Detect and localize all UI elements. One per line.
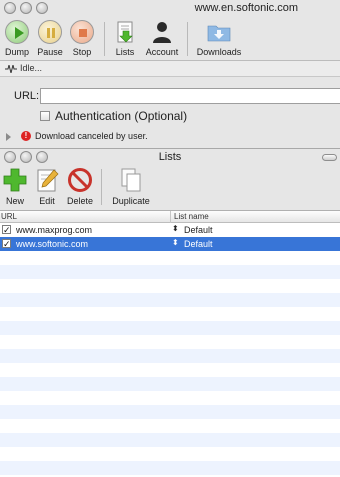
pause-button[interactable]: Pause — [37, 20, 63, 57]
column-divider[interactable] — [170, 211, 171, 223]
edit-list-button[interactable]: Edit — [34, 167, 60, 206]
minimize-window-icon[interactable] — [20, 2, 32, 14]
url-label: URL: — [14, 90, 40, 102]
toolbar-separator — [187, 22, 188, 56]
lists-button[interactable]: Lists — [112, 20, 138, 57]
popup-arrows-icon[interactable]: ⬍ — [172, 238, 179, 247]
delete-icon — [67, 167, 93, 193]
toolbar-separator — [101, 169, 102, 205]
edit-label: Edit — [39, 196, 55, 206]
account-label: Account — [145, 47, 179, 57]
delete-list-button[interactable]: Delete — [65, 167, 95, 206]
row-url: www.maxprog.com — [16, 225, 93, 235]
dump-button[interactable]: Dump — [4, 20, 30, 57]
status-text: Idle... — [20, 63, 43, 73]
row-url: www.softonic.com — [16, 239, 89, 249]
main-toolbar: Dump Pause Stop Lists Account Downloads — [0, 18, 340, 60]
duplicate-label: Duplicate — [112, 196, 150, 206]
delete-label: Delete — [66, 196, 93, 206]
row-list-name[interactable]: Default — [184, 239, 213, 249]
zoom-window-icon[interactable] — [36, 2, 48, 14]
toolbar-toggle-icon[interactable] — [322, 154, 337, 161]
status-bar: Idle... — [0, 60, 340, 77]
table-row[interactable]: ✓ www.maxprog.com ⬍ Default — [0, 223, 340, 237]
dump-label: Dump — [4, 47, 29, 57]
activity-icon — [5, 65, 17, 73]
downloads-folder-icon — [207, 20, 231, 44]
url-input[interactable] — [40, 88, 340, 104]
new-label: New — [5, 196, 24, 206]
account-icon — [150, 20, 174, 44]
lists-title-bar: Lists — [0, 148, 340, 165]
status-message: Download canceled by user. — [35, 131, 148, 141]
popup-arrows-icon[interactable]: ⬍ — [172, 224, 179, 233]
window-title: www.en.softonic.com — [194, 2, 298, 14]
column-header-url[interactable]: URL — [1, 212, 17, 221]
account-button[interactable]: Account — [143, 20, 181, 57]
error-icon: ! — [21, 131, 31, 141]
stop-label: Stop — [72, 47, 92, 57]
lists-table: URL List name ✓ www.maxprog.com ⬍ Defaul… — [0, 210, 340, 477]
pause-label: Pause — [37, 47, 63, 57]
new-list-button[interactable]: New — [2, 167, 28, 206]
row-list-name[interactable]: Default — [184, 225, 213, 235]
authentication-label[interactable]: Authentication (Optional) — [55, 109, 187, 123]
lists-window: Lists New Edit Delete Duplicate URL List… — [0, 148, 340, 477]
play-icon — [5, 20, 29, 44]
table-row-selected[interactable]: ✓ www.softonic.com ⬍ Default — [0, 237, 340, 251]
column-header-list-name[interactable]: List name — [174, 212, 209, 221]
lists-icon — [113, 20, 137, 44]
stop-button[interactable]: Stop — [69, 20, 95, 57]
row-checkbox[interactable]: ✓ — [2, 225, 11, 235]
duplicate-list-button[interactable]: Duplicate — [109, 167, 153, 206]
stop-icon — [70, 20, 94, 44]
lists-window-title: Lists — [158, 151, 182, 163]
table-body: ✓ www.maxprog.com ⬍ Default ✓ www.softon… — [0, 223, 340, 477]
pause-icon — [38, 20, 62, 44]
downloads-button[interactable]: Downloads — [194, 20, 244, 57]
disclosure-triangle-icon[interactable] — [6, 133, 11, 141]
table-header: URL List name — [0, 211, 340, 223]
duplicate-icon — [118, 167, 144, 193]
toolbar-separator — [104, 22, 105, 56]
lists-toolbar: New Edit Delete Duplicate — [0, 165, 340, 209]
downloads-label: Downloads — [196, 47, 242, 57]
main-window: www.en.softonic.com Dump Pause Stop List… — [0, 0, 340, 148]
lists-label: Lists — [115, 47, 135, 57]
edit-pencil-icon — [34, 167, 60, 193]
authentication-checkbox[interactable] — [40, 111, 50, 121]
plus-icon — [2, 167, 28, 193]
close-window-icon[interactable] — [4, 2, 16, 14]
title-bar: www.en.softonic.com — [0, 0, 340, 18]
row-checkbox[interactable]: ✓ — [2, 239, 11, 249]
